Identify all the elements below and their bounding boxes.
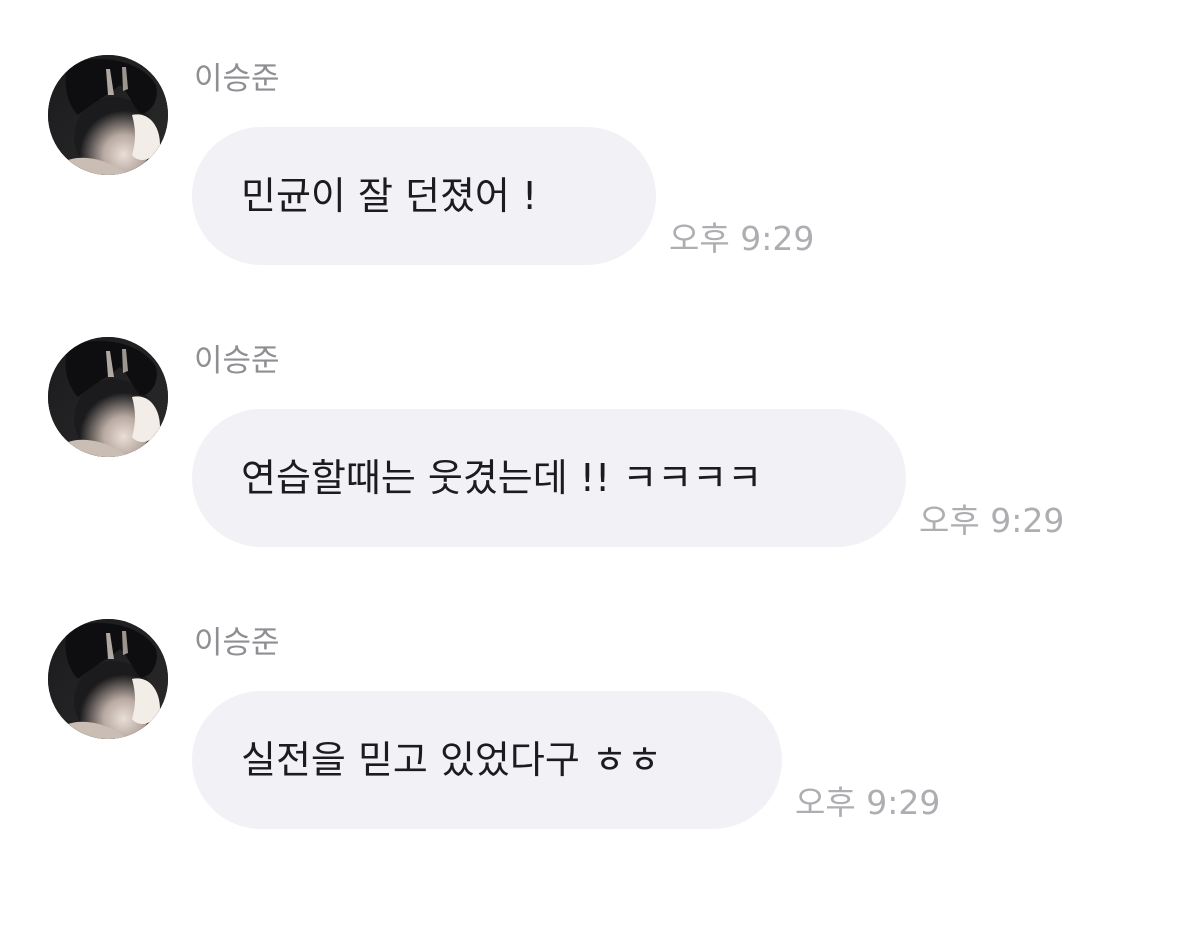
avatar[interactable] bbox=[48, 619, 168, 739]
sender-name: 이승준 bbox=[194, 625, 280, 661]
message-bubble[interactable]: 연습할때는 웃겼는데 !! ㅋㅋㅋㅋ bbox=[192, 409, 906, 547]
message-timestamp: 오후 9:29 bbox=[919, 501, 1065, 540]
message-timestamp: 오후 9:29 bbox=[669, 219, 815, 258]
profile-photo-icon bbox=[48, 619, 168, 739]
message-timestamp: 오후 9:29 bbox=[795, 783, 941, 822]
message-bubble[interactable]: 민균이 잘 던졌어 ! bbox=[192, 127, 656, 265]
message-text: 민균이 잘 던졌어 ! bbox=[241, 174, 538, 218]
avatar[interactable] bbox=[48, 337, 168, 457]
profile-photo-icon bbox=[48, 337, 168, 457]
profile-photo-icon bbox=[48, 55, 168, 175]
message-text: 연습할때는 웃겼는데 !! ㅋㅋㅋㅋ bbox=[241, 456, 763, 500]
sender-name: 이승준 bbox=[194, 61, 280, 97]
message-group: 이승준 실전을 믿고 있었다구 ㅎㅎ 오후 9:29 bbox=[0, 619, 1179, 849]
message-group: 이승준 연습할때는 웃겼는데 !! ㅋㅋㅋㅋ 오후 9:29 bbox=[0, 337, 1179, 567]
message-text: 실전을 믿고 있었다구 ㅎㅎ bbox=[241, 738, 662, 782]
sender-name: 이승준 bbox=[194, 343, 280, 379]
avatar[interactable] bbox=[48, 55, 168, 175]
message-bubble[interactable]: 실전을 믿고 있었다구 ㅎㅎ bbox=[192, 691, 782, 829]
message-group: 이승준 민균이 잘 던졌어 ! 오후 9:29 bbox=[0, 55, 1179, 285]
